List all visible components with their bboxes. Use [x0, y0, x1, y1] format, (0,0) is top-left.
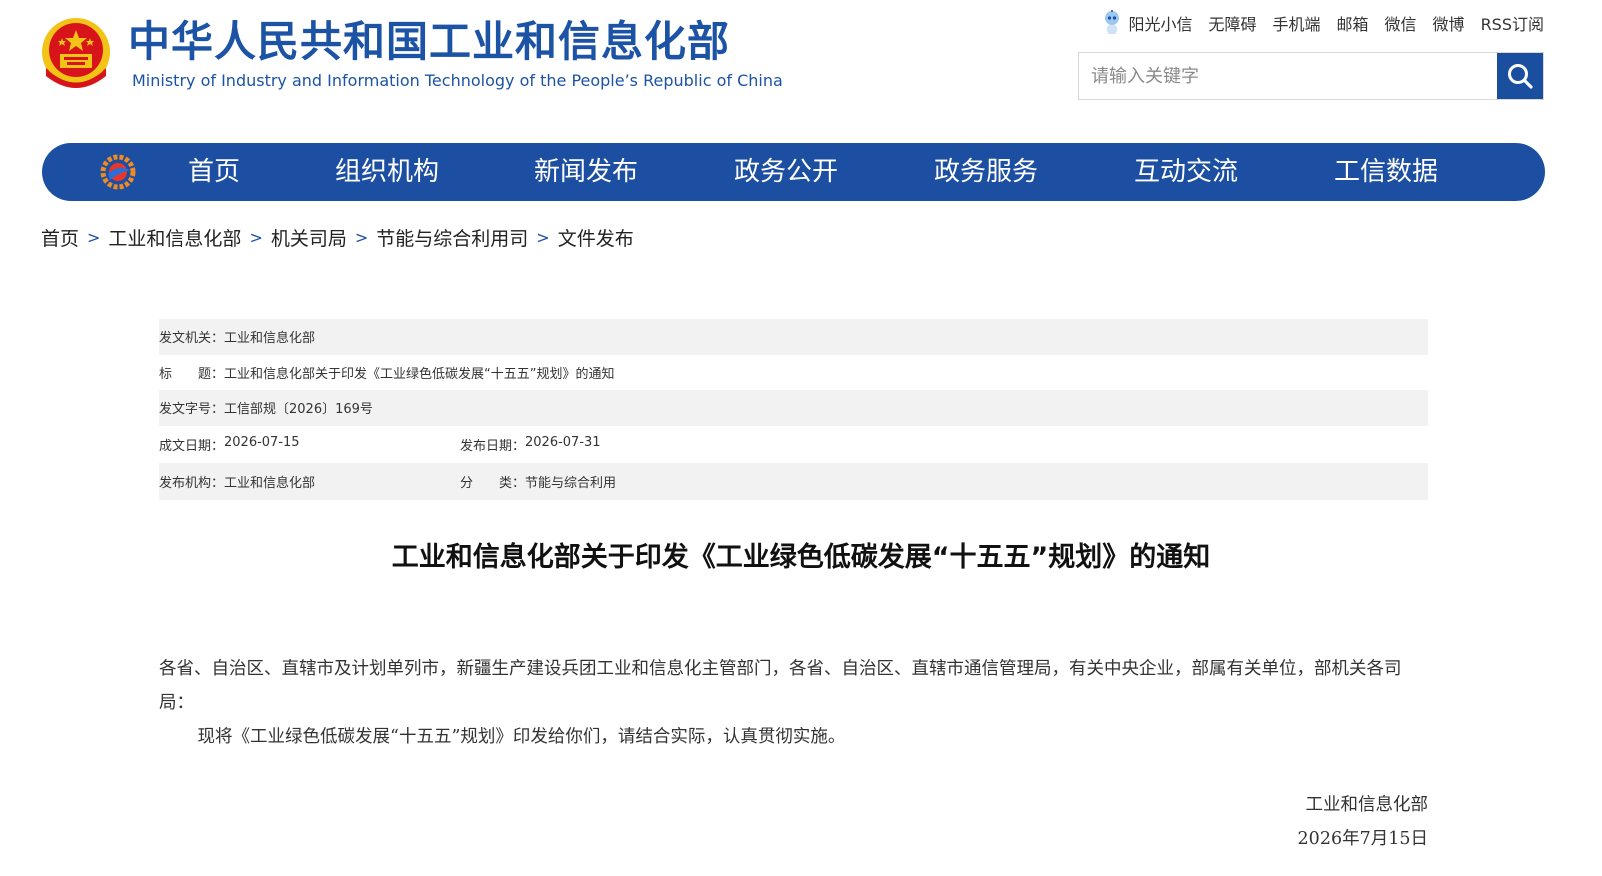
info-value-category: 节能与综合利用 — [525, 475, 617, 491]
national-emblem-icon — [40, 16, 112, 94]
info-value-published: 2026-07-31 — [525, 434, 601, 450]
nav-item-organization[interactable]: 组织机构 — [335, 143, 439, 201]
info-value-org: 工业和信息化部 — [224, 475, 316, 491]
info-label: 发文字号： — [159, 402, 225, 418]
top-link-label: 阳光小信 — [1128, 15, 1193, 34]
article-title: 工业和信息化部关于印发《工业绿色低碳发展“十五五”规划》的通知 — [391, 542, 1211, 573]
breadcrumb-separator-icon: > — [536, 228, 550, 247]
site-title-cn: 中华人民共和国工业和信息化部 — [128, 17, 731, 66]
top-link-assistant[interactable]: 阳光小信 — [1102, 10, 1192, 36]
info-row-doc-no: 发文字号： 工信部规〔2026〕169号 — [159, 390, 1428, 426]
info-label: 分 类： — [460, 475, 526, 491]
search-icon — [1508, 64, 1533, 89]
top-link-mobile[interactable]: 手机端 — [1273, 11, 1321, 35]
breadcrumb-home[interactable]: 首页 — [41, 224, 79, 251]
info-cell-org: 发布机构： 工业和信息化部 — [159, 472, 460, 491]
info-row-title: 标 题： 工业和信息化部关于印发《工业绿色低碳发展“十五五”规划》的通知 — [159, 355, 1428, 391]
info-value-issuer: 工业和信息化部 — [224, 331, 316, 347]
nav-item-interaction[interactable]: 互动交流 — [1134, 143, 1238, 201]
breadcrumb-ministry[interactable]: 工业和信息化部 — [108, 224, 241, 251]
info-label: 成文日期： — [159, 438, 225, 454]
top-link-weibo[interactable]: 微博 — [1433, 11, 1465, 35]
info-row-org: 发布机构： 工业和信息化部 分 类： 节能与综合利用 — [159, 462, 1428, 500]
info-value-title: 工业和信息化部关于印发《工业绿色低碳发展“十五五”规划》的通知 — [224, 366, 615, 382]
robot-icon — [1105, 10, 1120, 34]
breadcrumb-separator-icon: > — [249, 228, 263, 247]
document-info-table: 发文机关： 工业和信息化部 标 题： 工业和信息化部关于印发《工业绿色低碳发展“… — [159, 319, 1428, 500]
breadcrumb-departments[interactable]: 机关司局 — [271, 224, 347, 251]
main-nav: 首页 组织机构 新闻发布 政务公开 政务服务 互动交流 工信数据 — [42, 143, 1545, 201]
top-link-rss[interactable]: RSS订阅 — [1481, 11, 1544, 35]
info-row-dates: 成文日期： 2026-07-15 发布日期： 2026-07-31 — [159, 426, 1428, 463]
info-row-issuer: 发文机关： 工业和信息化部 — [159, 319, 1428, 355]
nav-item-news[interactable]: 新闻发布 — [534, 143, 638, 201]
top-links: 阳光小信 无障碍 手机端 邮箱 微信 微博 RSS订阅 — [1102, 10, 1544, 36]
top-link-wechat[interactable]: 微信 — [1385, 11, 1417, 35]
search-box — [1078, 52, 1544, 100]
info-label: 发文机关： — [159, 331, 225, 347]
breadcrumb: 首页 > 工业和信息化部 > 机关司局 > 节能与综合利用司 > 文件发布 — [41, 224, 634, 251]
info-cell-written: 成文日期： 2026-07-15 — [159, 435, 460, 454]
article-salutation: 各省、自治区、直辖市及计划单列市，新疆生产建设兵团工业和信息化主管部门，各省、自… — [159, 659, 1402, 713]
nav-item-gov-services[interactable]: 政务服务 — [934, 143, 1038, 201]
site-title-en: Ministry of Industry and Information Tec… — [132, 71, 783, 90]
info-value-doc-no: 工信部规〔2026〕169号 — [224, 402, 373, 418]
article-signature: 工业和信息化部 — [1305, 795, 1429, 815]
search-input[interactable] — [1079, 53, 1497, 99]
breadcrumb-documents[interactable]: 文件发布 — [558, 224, 634, 251]
nav-item-data[interactable]: 工信数据 — [1334, 143, 1438, 201]
article-body: 各省、自治区、直辖市及计划单列市，新疆生产建设兵团工业和信息化主管部门，各省、自… — [159, 652, 1429, 754]
nav-item-gov-affairs[interactable]: 政务公开 — [734, 143, 838, 201]
info-label: 发布机构： — [159, 475, 225, 491]
info-cell-category: 分 类： 节能与综合利用 — [460, 472, 616, 491]
breadcrumb-separator-icon: > — [354, 228, 369, 247]
top-link-accessibility[interactable]: 无障碍 — [1208, 11, 1256, 35]
breadcrumb-separator-icon: > — [87, 228, 101, 247]
ministry-logo-icon — [100, 154, 136, 190]
info-value-written: 2026-07-15 — [224, 434, 300, 450]
article-paragraph: 现将《工业绿色低碳发展“十五五”规划》印发给你们，请结合实际，认真贯彻实施。 — [197, 727, 846, 747]
article-date: 2026年7月15日 — [1297, 829, 1428, 849]
nav-item-home[interactable]: 首页 — [188, 143, 240, 201]
info-label: 发布日期： — [460, 438, 526, 454]
search-button[interactable] — [1497, 53, 1543, 99]
breadcrumb-energy-dept[interactable]: 节能与综合利用司 — [376, 224, 528, 251]
top-link-mail[interactable]: 邮箱 — [1337, 11, 1369, 35]
info-cell-published: 发布日期： 2026-07-31 — [460, 435, 601, 454]
info-label: 标 题： — [159, 366, 225, 382]
